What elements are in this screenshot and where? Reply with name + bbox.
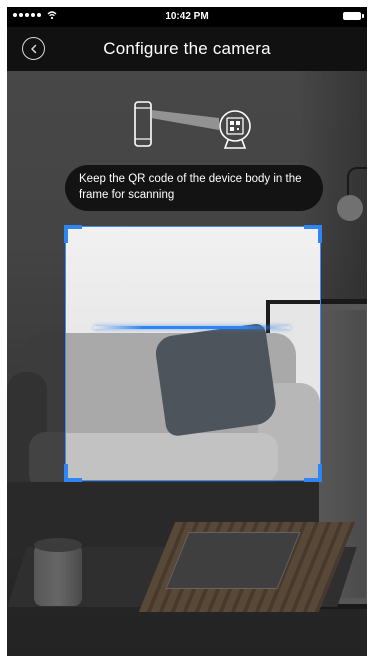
battery-icon [343,12,364,20]
frame-corner-bottom-right [304,464,322,482]
status-bar: 10:42 PM [7,7,367,27]
frame-corner-top-right [304,225,322,243]
scan-hint: Keep the QR code of the device body in t… [65,165,323,211]
scan-window-pillow [153,322,279,438]
scan-window-sofa-seat [66,433,278,480]
scan-illustration [134,101,251,149]
phone-screen: 10:42 PM Configure the camera Keep the Q… [7,7,367,656]
scan-beam [151,110,219,130]
page-title: Configure the camera [103,39,271,58]
frame-corner-bottom-left [64,464,82,482]
scan-line [94,326,290,329]
phone-icon [134,101,152,147]
status-time: 10:42 PM [165,11,209,22]
frame-corner-top-left [64,225,82,243]
scan-window [66,227,320,480]
qr-scan-frame [64,225,322,482]
back-button[interactable] [22,37,45,60]
chevron-left-icon [30,44,36,53]
camera-icon [219,110,251,149]
nav-bar: Configure the camera [7,27,367,71]
